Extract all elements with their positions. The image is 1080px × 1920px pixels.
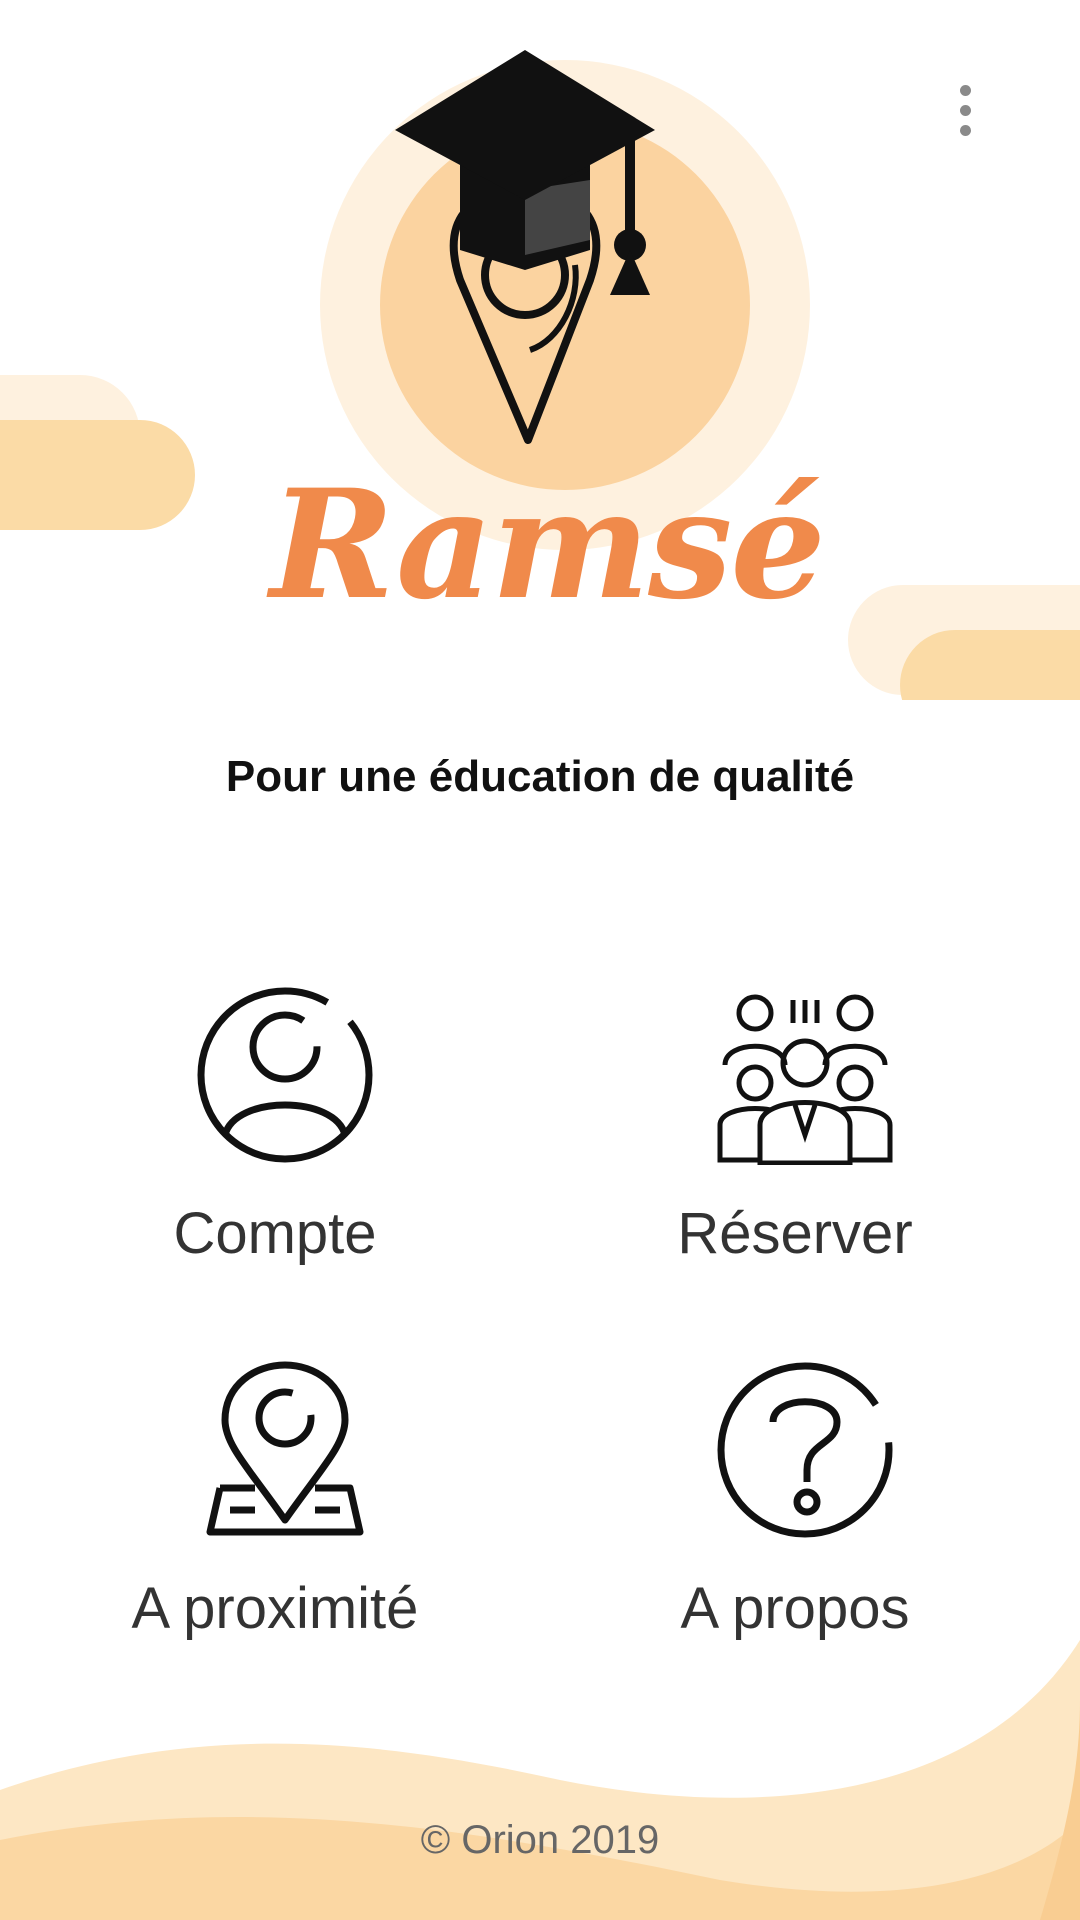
more-vert-icon bbox=[959, 84, 971, 96]
group-icon bbox=[717, 994, 893, 1165]
user-icon bbox=[197, 987, 373, 1163]
tagline: Pour une éducation de qualité bbox=[225, 752, 855, 801]
tile-compte[interactable]: Compte bbox=[85, 985, 465, 1325]
location-map-icon bbox=[206, 1361, 364, 1536]
brand-logo-text: Ramsé bbox=[270, 457, 826, 633]
more-options-button[interactable] bbox=[935, 60, 995, 160]
tile-a-proximite[interactable]: A proximité bbox=[85, 1360, 465, 1700]
tile-a-propos[interactable]: A propos bbox=[605, 1360, 985, 1700]
tile-a-propos-label: A propos bbox=[680, 1576, 910, 1641]
tile-compte-label: Compte bbox=[173, 1201, 377, 1266]
help-icon bbox=[717, 1362, 893, 1538]
tile-reserver[interactable]: Réserver bbox=[605, 985, 985, 1325]
tile-reserver-label: Réserver bbox=[677, 1201, 913, 1266]
logo-graduation-pin-icon bbox=[395, 50, 655, 444]
copyright-text: © Orion 2019 bbox=[420, 1818, 660, 1862]
tile-a-proximite-label: A proximité bbox=[131, 1576, 419, 1641]
